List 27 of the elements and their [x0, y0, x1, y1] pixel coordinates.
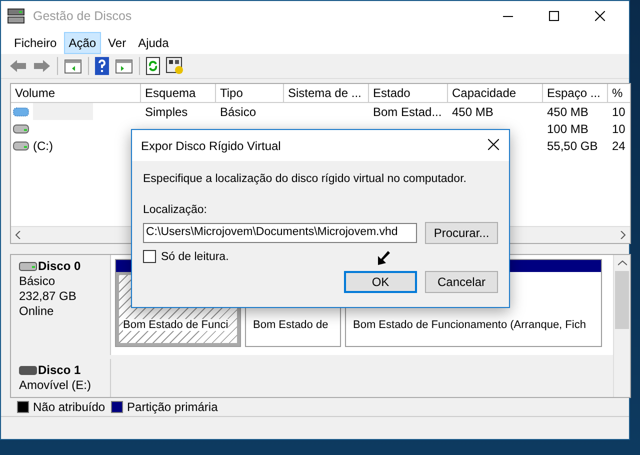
partition-status: Bom Estado de	[253, 319, 328, 332]
table-cell-text: 24	[611, 138, 626, 153]
disk-info: Amovível (E:)	[19, 378, 92, 394]
checkbox-label: Só de leitura.	[161, 250, 229, 262]
table-cell-text: 450 MB	[451, 104, 494, 119]
disk-name: Disco 0	[38, 259, 81, 274]
disk-name: Disco 1	[38, 363, 81, 378]
table-cell-text: 450 MB	[546, 104, 590, 119]
table-cell-text: Bom Estad...	[372, 104, 443, 119]
table-cell-text: Básico	[219, 104, 258, 119]
partition-status: Bom Estado de Funcionamento (Arranque, Fich	[353, 319, 586, 332]
table-cell-text: 10	[611, 104, 626, 119]
table-cell-text: 10	[611, 122, 626, 136]
disk-info: Online	[19, 304, 55, 320]
partition-status: Bom Estado de Funci	[123, 319, 228, 332]
window-title: Gestão de Discos	[33, 8, 133, 23]
table-cell: (C:)	[33, 138, 53, 153]
legend-label: Não atribuído	[33, 400, 106, 414]
dialog-title: Expor Disco Rígido Virtual	[141, 138, 281, 152]
field-label: Localização:	[143, 204, 208, 216]
disk-info: Básico	[19, 274, 56, 290]
legend-label: Partição primária	[127, 400, 218, 414]
table-cell-text: Simples	[144, 104, 189, 119]
table-cell-text: 55,50 GB	[546, 138, 599, 153]
disk-info: 232,87 GB	[19, 289, 78, 304]
instruction-text: Especifique a localização do disco rígido virtual no computador.	[143, 173, 468, 185]
table-cell-text: 100 MB	[546, 122, 590, 136]
